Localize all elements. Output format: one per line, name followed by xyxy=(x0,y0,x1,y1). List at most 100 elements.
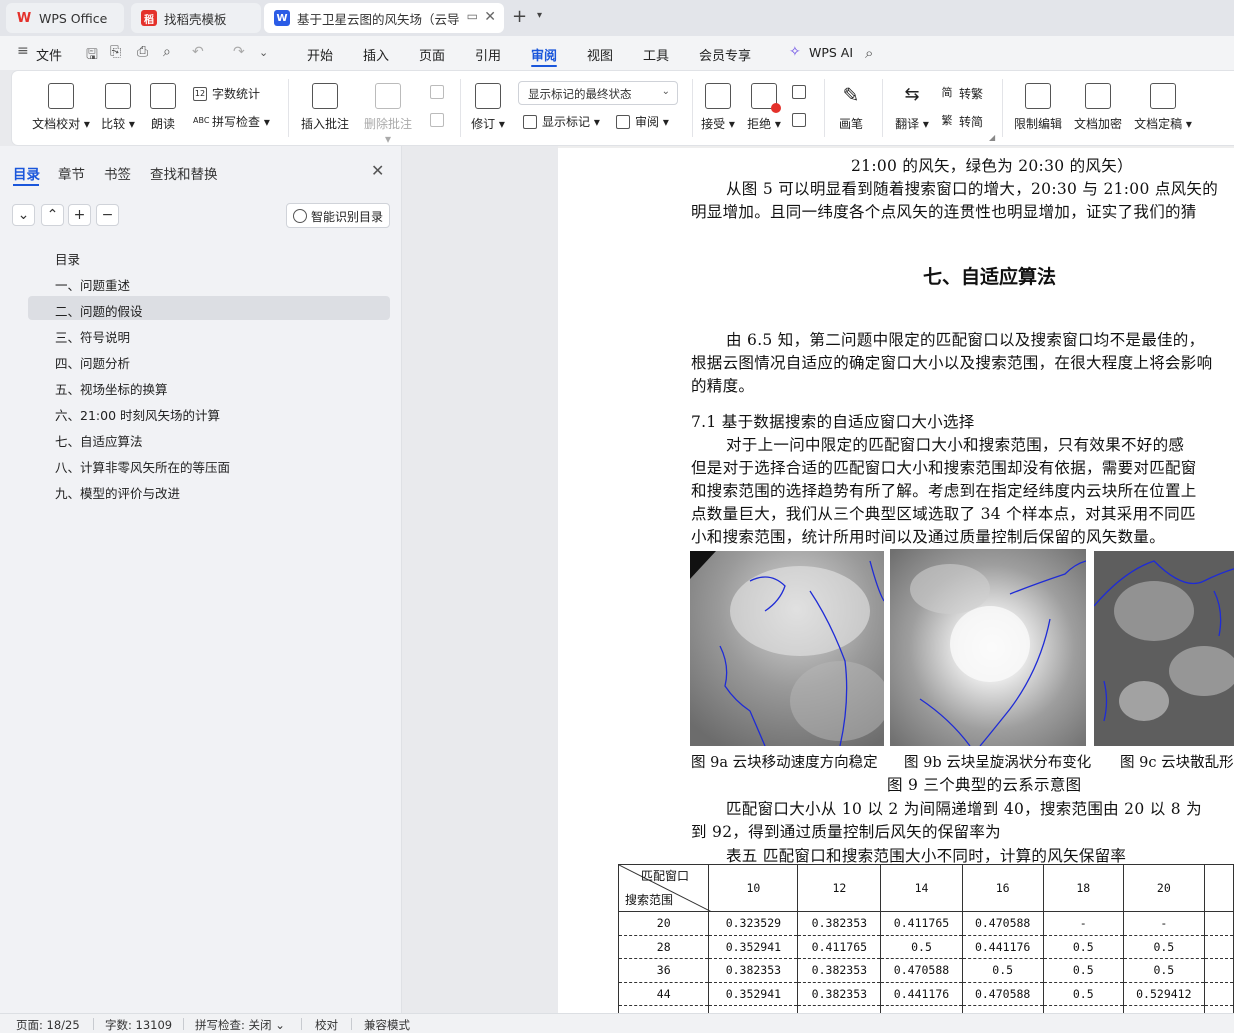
chevron-down-icon[interactable]: ▾ xyxy=(537,10,542,21)
table-cell: 0.411765 xyxy=(797,934,882,959)
spell-check-status[interactable]: 拼写检查: 关闭 ⌄ xyxy=(195,1017,285,1033)
smart-toc-button[interactable]: 智能识别目录 xyxy=(286,203,390,228)
hamburger-icon[interactable]: ≡ xyxy=(17,43,29,59)
toc-item[interactable]: 八、计算非零风矢所在的等压面 xyxy=(28,452,390,476)
to-traditional-button[interactable]: 简转繁 xyxy=(940,85,984,102)
review-pane-button[interactable]: 审阅 ▾ xyxy=(616,113,669,130)
collapse-up-button[interactable]: ⌃ xyxy=(41,204,64,226)
remove-heading-button[interactable]: − xyxy=(96,204,119,226)
toc-item[interactable]: 三、符号说明 xyxy=(28,322,390,346)
tab-template[interactable]: 稻 找稻壳模板 xyxy=(131,3,261,33)
menu-start[interactable]: 开始 xyxy=(307,45,333,64)
insert-comment-button[interactable]: 插入批注 xyxy=(300,83,350,132)
read-aloud-button[interactable]: 朗读 xyxy=(148,83,178,132)
prev-comment-icon[interactable] xyxy=(430,85,449,99)
word-count-indicator[interactable]: 字数: 13109 xyxy=(105,1017,172,1033)
menu-page[interactable]: 页面 xyxy=(419,45,445,64)
revise-button[interactable]: 修订 ▾ xyxy=(470,83,506,132)
menu-view[interactable]: 视图 xyxy=(587,45,613,64)
table-cell xyxy=(1042,1005,1124,1013)
accept-button[interactable]: 接受 ▾ xyxy=(700,83,736,132)
compare-icon xyxy=(105,83,131,109)
next-change-icon[interactable] xyxy=(792,113,811,127)
close-tab-icon[interactable]: ✕ xyxy=(484,9,496,25)
tab-document[interactable]: W 基于卫星云图的风矢场（云导 ▭ ✕ xyxy=(264,3,504,33)
table-cell: 0.441176 xyxy=(880,981,963,1006)
nav-tab-find-replace[interactable]: 查找和替换 xyxy=(150,163,218,183)
close-pane-icon[interactable]: ✕ xyxy=(371,161,384,180)
export-icon[interactable]: ⎘ xyxy=(110,44,121,60)
to-traditional-label: 转繁 xyxy=(959,87,984,101)
toc-item[interactable]: 六、21:00 时刻风矢场的计算 xyxy=(28,400,390,424)
menu-wps-ai[interactable]: WPS AI xyxy=(809,45,853,60)
toc-item[interactable]: 四、问题分析 xyxy=(28,348,390,372)
toc-item[interactable]: 九、模型的评价与改进 xyxy=(28,478,390,502)
save-icon[interactable]: 🖫 xyxy=(86,44,98,68)
doc-check-button[interactable]: 文档校对 ▾ xyxy=(28,83,94,132)
monitor-icon[interactable]: ▭ xyxy=(467,9,478,23)
more-chevron-icon[interactable]: ⌄ xyxy=(259,46,268,59)
pen-button[interactable]: ✎ 画笔 xyxy=(834,83,868,132)
page-indicator[interactable]: 页面: 18/25 xyxy=(16,1017,80,1033)
toc-item[interactable]: 五、视场坐标的换算 xyxy=(28,374,390,398)
delete-comment-label: 删除批注 xyxy=(363,117,412,131)
doc-line: 由 6.5 知，第二问题中限定的匹配窗口以及搜索窗口均不是最佳的， xyxy=(726,331,1205,349)
markup-state-select[interactable]: 显示标记的最终状态 ⌄ xyxy=(518,81,678,105)
menu-tools[interactable]: 工具 xyxy=(643,45,669,64)
print-icon[interactable]: ⎙ xyxy=(137,44,148,60)
toc-item[interactable]: 目录 xyxy=(28,244,390,268)
table-row-key: 20 xyxy=(617,911,710,936)
doc-line: 从图 5 可以明显看到随着搜索窗口的增大，20:30 与 21:00 点风矢的 xyxy=(726,180,1219,198)
print-preview-icon[interactable]: ⌕ xyxy=(163,44,171,60)
table-cell xyxy=(1203,934,1234,959)
nav-tab-toc[interactable]: 目录 xyxy=(13,163,40,183)
word-count-button[interactable]: 12 字数统计 xyxy=(193,85,260,102)
traditional-icon: 简 xyxy=(941,85,953,99)
redo-icon[interactable]: ↷ xyxy=(233,44,245,60)
toc-item-selected[interactable]: 二、问题的假设 xyxy=(28,296,390,320)
translate-button[interactable]: ⇆ 翻译 ▾ xyxy=(892,83,932,132)
retention-table: 匹配窗口 搜索范围 10 12 14 16 18 20 20 0.323529 … xyxy=(617,864,1234,1013)
menu-insert[interactable]: 插入 xyxy=(363,45,389,64)
to-simplified-button[interactable]: 繁转简 xyxy=(940,113,984,130)
prev-change-icon[interactable] xyxy=(792,85,811,99)
search-icon[interactable]: ⌕ xyxy=(865,44,873,62)
restrict-edit-button[interactable]: 限制编辑 xyxy=(1012,83,1064,132)
new-tab-icon[interactable]: + xyxy=(512,6,527,27)
menu-review[interactable]: 审阅 xyxy=(531,45,557,64)
finalize-button[interactable]: 文档定稿 ▾ xyxy=(1132,83,1194,132)
add-heading-button[interactable]: + xyxy=(68,204,91,226)
tab-wps-office[interactable]: W WPS Office xyxy=(6,3,124,33)
menu-reference[interactable]: 引用 xyxy=(475,45,501,64)
next-comment-icon[interactable] xyxy=(430,113,449,127)
dialog-launcher-icon[interactable]: ◢ xyxy=(989,133,995,142)
tab-label: 基于卫星云图的风矢场（云导 xyxy=(297,11,460,27)
toc-item[interactable]: 一、问题重述 xyxy=(28,270,390,294)
spell-check-button[interactable]: ABC 拼写检查 ▾ xyxy=(193,113,270,130)
reject-button[interactable]: 拒绝 ▾ xyxy=(746,83,782,132)
nav-tab-chapters[interactable]: 章节 xyxy=(58,163,85,183)
satellite-image-9c xyxy=(1094,551,1234,746)
show-markup-button[interactable]: 显示标记 ▾ xyxy=(523,113,600,130)
table-row-key: 36 xyxy=(617,958,710,983)
table-col-header xyxy=(1203,864,1234,912)
proofread-status[interactable]: 校对 xyxy=(315,1017,338,1033)
menu-vip[interactable]: 会员专享 xyxy=(699,45,751,64)
table-cell: 0.411765 xyxy=(880,911,963,936)
toc-item[interactable]: 七、自适应算法 xyxy=(28,426,390,450)
menu-file[interactable]: 文件 xyxy=(36,45,62,64)
nav-tab-bookmarks[interactable]: 书签 xyxy=(104,163,131,183)
document-page[interactable]: 21:00 的风矢，绿色为 20:30 的风矢） 从图 5 可以明显看到随着搜索… xyxy=(558,146,1234,1013)
ribbon-separator xyxy=(288,79,289,137)
to-simplified-label: 转简 xyxy=(959,115,984,129)
undo-icon[interactable]: ↶ xyxy=(192,44,204,60)
spell-check-icon: ABC xyxy=(193,115,210,125)
ribbon-separator xyxy=(460,79,461,137)
satellite-image-9b xyxy=(890,549,1086,746)
compare-button[interactable]: 比较 ▾ xyxy=(98,83,138,132)
encrypt-button[interactable]: 文档加密 xyxy=(1072,83,1124,132)
delete-comment-button[interactable]: 删除批注 ▾ xyxy=(360,83,416,146)
spell-check-status-label: 拼写检查: 关闭 xyxy=(195,1018,272,1032)
menu-bar: ≡ 文件 🖫 ⎘ ⎙ ⌕ ↶ ↷ ⌄ 开始 插入 页面 引用 审阅 视图 工具 … xyxy=(0,36,1234,70)
expand-down-button[interactable]: ⌄ xyxy=(12,204,35,226)
